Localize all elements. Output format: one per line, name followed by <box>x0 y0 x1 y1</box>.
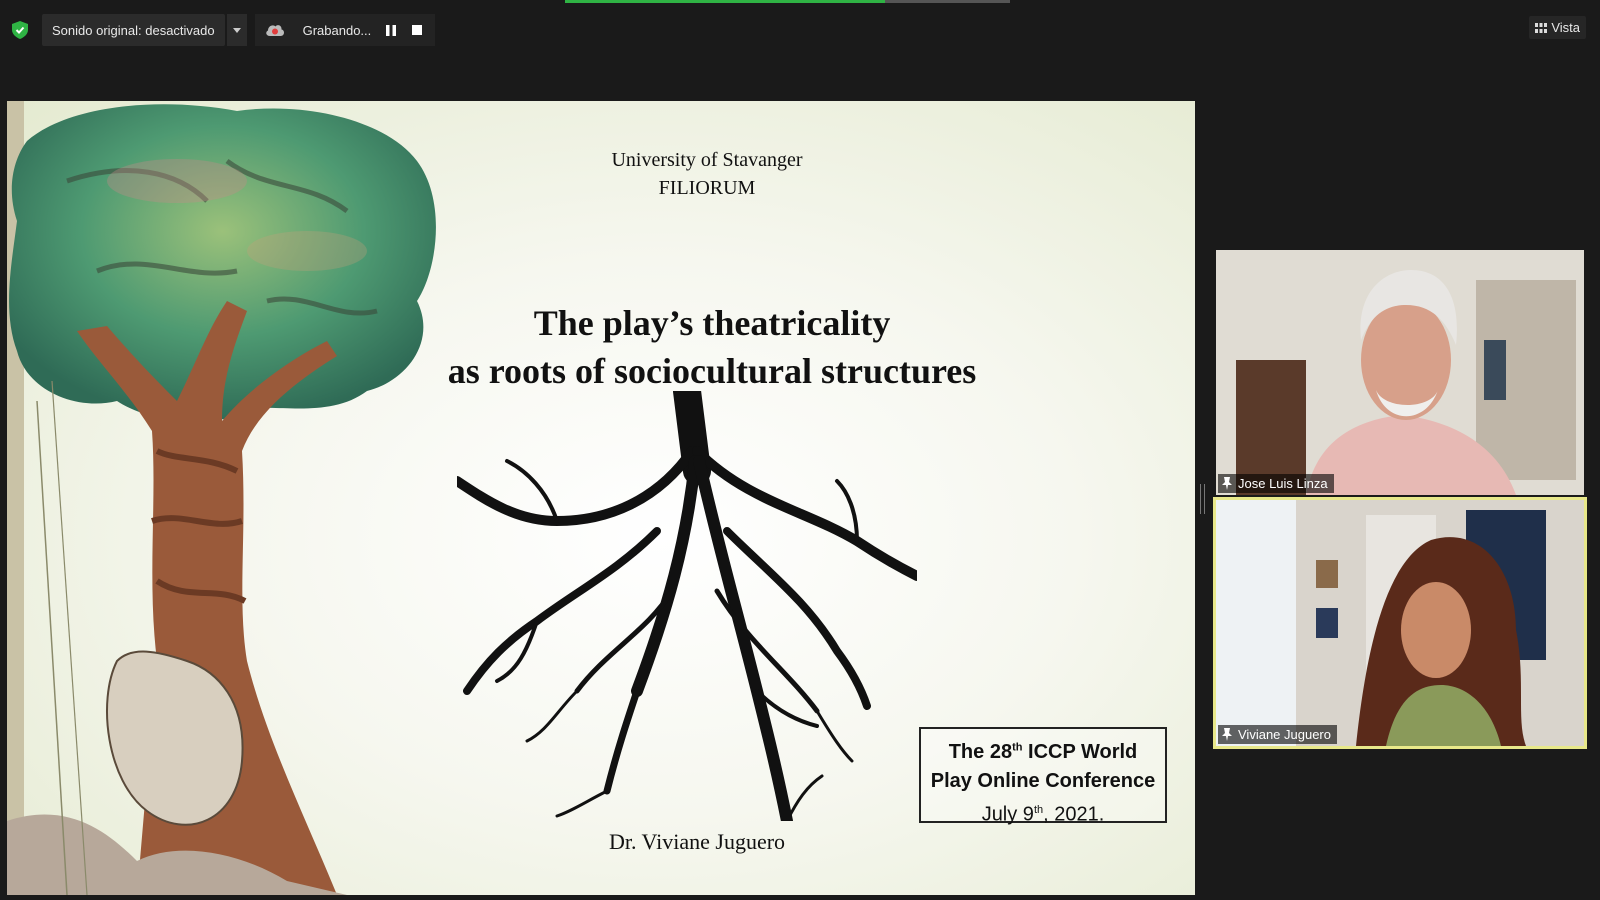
share-indicator-bar-secondary <box>885 0 1010 3</box>
cloud-record-icon <box>265 25 284 36</box>
original-sound-label: Sonido original: desactivado <box>52 22 215 38</box>
conference-line-3-post: , 2021. <box>1043 803 1105 826</box>
conference-line-3-sup: th <box>1033 803 1044 816</box>
slide-title: The play’s theatricality as roots of soc… <box>307 299 1117 395</box>
original-sound-dropdown[interactable] <box>225 14 247 46</box>
stop-icon <box>411 25 422 35</box>
shared-slide: University of Stavanger FILIORUM The pla… <box>7 101 1195 895</box>
stop-recording-button[interactable] <box>409 22 425 38</box>
view-button[interactable]: Vista <box>1529 16 1586 39</box>
pause-recording-button[interactable] <box>383 22 399 38</box>
title-line-1: The play’s theatricality <box>533 303 891 343</box>
participant-video[interactable]: Jose Luis Linza <box>1216 250 1584 495</box>
conference-line-3: July 9th, 2021. <box>921 796 1165 830</box>
conference-line-1: The 28th ICCP World <box>921 733 1165 767</box>
title-line-2: as roots of sociocultural structures <box>447 351 977 391</box>
tree-illustration <box>7 104 436 895</box>
conference-line-3-pre: July 9 <box>981 803 1034 826</box>
grid-icon <box>1535 22 1548 33</box>
meeting-toolbar: Sonido original: desactivado Grabando... <box>12 14 435 46</box>
share-indicator-bar <box>565 0 885 3</box>
panel-resize-handle[interactable] <box>1200 484 1205 514</box>
pin-icon <box>1222 477 1232 490</box>
conference-line-1-post: ICCP World <box>1022 740 1138 763</box>
shield-icon[interactable] <box>12 21 28 39</box>
view-label: Vista <box>1551 20 1580 35</box>
slide-author: Dr. Viviane Juguero <box>608 829 786 854</box>
conference-line-2: Play Online Conference <box>921 767 1165 796</box>
participant-name: Jose Luis Linza <box>1238 476 1328 491</box>
pause-icon <box>385 24 396 36</box>
participant-video-feed <box>1216 250 1584 495</box>
recording-status: Grabando... <box>254 14 435 46</box>
participant-nametag: Jose Luis Linza <box>1218 474 1334 493</box>
conference-box: The 28th ICCP World Play Online Conferen… <box>919 727 1167 825</box>
conference-line-2-text: Play Online Conference <box>930 769 1156 792</box>
pin-icon <box>1222 728 1232 741</box>
project-name: FILIORUM <box>658 177 756 199</box>
original-sound-button[interactable]: Sonido original: desactivado <box>42 14 225 46</box>
roots-illustration <box>457 391 917 821</box>
institution-name: University of Stavanger <box>611 149 803 171</box>
conference-line-1-sup: th <box>1012 741 1023 753</box>
participant-name: Viviane Juguero <box>1238 727 1331 742</box>
participant-nametag: Viviane Juguero <box>1218 725 1337 744</box>
conference-line-1-pre: The 28 <box>948 740 1013 763</box>
participant-video-feed <box>1216 500 1584 746</box>
recording-label: Grabando... <box>302 22 372 38</box>
participant-video-active-speaker[interactable]: Viviane Juguero <box>1213 497 1587 749</box>
chevron-down-icon <box>232 27 241 33</box>
institution-block: University of Stavanger FILIORUM <box>447 146 967 202</box>
